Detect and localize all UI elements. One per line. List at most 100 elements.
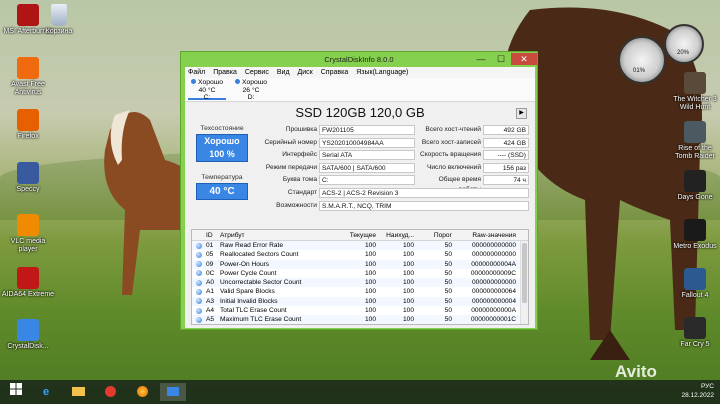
- taskbar-crystaldiskinfo[interactable]: [160, 383, 186, 401]
- col-worst[interactable]: Наихуд...: [380, 230, 418, 240]
- total-host-reads-value: 492 GB: [483, 125, 529, 135]
- desktop-icon-speccy[interactable]: Speccy: [1, 161, 55, 194]
- maximize-button[interactable]: ☐: [491, 53, 511, 65]
- desktop-icon-fallout-4[interactable]: Fallout 4: [672, 268, 718, 300]
- drive-d-temp: 26 °C: [242, 86, 260, 94]
- col-current[interactable]: Текущее: [342, 230, 380, 240]
- recycle-bin-label: Корзина: [45, 28, 73, 35]
- taskbar-firefox[interactable]: [130, 383, 154, 401]
- power-on-hours-value: 74 ч: [483, 175, 529, 186]
- desktop-icon-rise-of-tomb-raider[interactable]: Rise of the Tomb Raider: [672, 121, 718, 161]
- cell-id: 05: [206, 251, 214, 259]
- cell-threshold: 50: [444, 269, 452, 277]
- desktop-icon-label: Firefox: [17, 133, 39, 140]
- cell-attribute: Power-On Hours: [220, 260, 270, 268]
- cell-current: 100: [364, 251, 376, 259]
- desktop-icon-avast-free-antivirus[interactable]: Avast Free Antivirus: [1, 56, 55, 97]
- cell-raw: 000000000000: [471, 279, 516, 287]
- interface-value: Serial ATA: [319, 150, 415, 161]
- drive-d-letter: D:: [247, 94, 255, 101]
- desktop-icon-label: Days Gone: [677, 194, 713, 201]
- smart-table-row[interactable]: 0C Power Cycle Count 100 100 50 00000000009C: [192, 269, 528, 278]
- close-button[interactable]: ✕: [511, 53, 537, 65]
- col-id[interactable]: ID: [206, 230, 220, 240]
- desktop-icon-days-gone[interactable]: Days Gone: [672, 170, 718, 202]
- desktop-icon-far-cry-5[interactable]: Far Cry 5: [672, 317, 718, 349]
- health-percent-text: 100 %: [209, 149, 235, 159]
- menu-file[interactable]: Файл: [188, 67, 205, 78]
- smart-table-row[interactable]: A1 Valid Spare Blocks 100 100 50 000000000064: [192, 287, 528, 296]
- cell-id: 0C: [206, 269, 215, 277]
- desktop-icon-metro-exodus[interactable]: Metro Exodus: [672, 219, 718, 251]
- desktop-icon-crystaldiskinfo[interactable]: CrystalDisk...: [1, 319, 55, 351]
- health-panel: Техсостояние Хорошо 100 % Температура 40…: [191, 125, 253, 200]
- crystaldiskinfo-window[interactable]: CrystalDiskInfo 8.0.0 — ☐ ✕ Файл Правка …: [180, 51, 538, 330]
- smart-table[interactable]: ID Атрибут Текущее Наихуд... Порог Raw-з…: [191, 229, 529, 325]
- cell-current: 100: [364, 288, 376, 296]
- health-status-box[interactable]: Хорошо 100 %: [196, 134, 248, 162]
- cell-threshold: 50: [444, 297, 452, 305]
- next-disk-button[interactable]: ▶: [516, 108, 527, 119]
- memory-gauge-widget[interactable]: 20%: [664, 24, 704, 64]
- menu-service[interactable]: Сервис: [245, 67, 269, 78]
- serial-number-label: Серийный номер: [264, 138, 317, 146]
- cell-worst: 100: [402, 269, 414, 277]
- keyboard-language[interactable]: РУС: [681, 382, 714, 391]
- menu-view[interactable]: Вид: [277, 67, 290, 78]
- scrollbar-thumb[interactable]: [522, 243, 527, 303]
- minimize-button[interactable]: —: [471, 53, 491, 65]
- power-on-hours-label: Общее время работы: [438, 176, 481, 193]
- desktop-icon-vlc-media-player[interactable]: VLC media player: [1, 214, 55, 254]
- cell-current: 100: [364, 242, 376, 249]
- desktop-icon-firefox[interactable]: Firefox: [1, 109, 55, 141]
- drive-tab-c[interactable]: Хорошо 40 °C C:: [188, 79, 227, 101]
- cell-attribute: Uncorrectable Sector Count: [220, 279, 302, 287]
- desktop-icon-aida64-extreme[interactable]: AIDA64 Extreme: [1, 266, 55, 299]
- cell-worst: 100: [402, 316, 414, 324]
- firefox-icon: [17, 109, 39, 131]
- cell-worst: 100: [402, 288, 414, 296]
- desktop-icon-the-witcher[interactable]: The Witcher 3 Wild Hunt: [672, 72, 718, 112]
- recycle-bin-icon: [51, 4, 67, 26]
- desktop-icon-label: AIDA64 Extreme: [1, 290, 55, 298]
- health-status-text: Хорошо: [204, 136, 240, 146]
- start-button[interactable]: [4, 383, 28, 401]
- window-client: Файл Правка Сервис Вид Диск Справка Язык…: [185, 67, 535, 328]
- taskbar-internet-explorer[interactable]: e: [34, 383, 58, 401]
- menu-edit[interactable]: Правка: [213, 67, 237, 78]
- rotation-rate-value: ---- (SSD): [483, 150, 529, 161]
- smart-table-row[interactable]: A4 Total TLC Erase Count 100 100 50 000000000…: [192, 306, 528, 315]
- serial-number-value: YS202010004984AA: [319, 137, 415, 148]
- recycle-bin[interactable]: Корзина: [32, 4, 86, 36]
- cell-worst: 100: [402, 242, 414, 249]
- days-gone-icon: [684, 170, 706, 192]
- menu-help[interactable]: Справка: [321, 67, 348, 78]
- cell-id: A1: [206, 288, 215, 296]
- taskbar-yandex-browser[interactable]: [98, 383, 122, 401]
- col-threshold[interactable]: Порог: [418, 230, 456, 240]
- metro-exodus-icon: [684, 219, 706, 241]
- smart-table-row[interactable]: 01 Raw Read Error Rate 100 100 50 00000000000…: [192, 241, 528, 251]
- smart-table-row[interactable]: A0 Uncorrectable Sector Count 100 100 50 0000…: [192, 278, 528, 288]
- transfer-mode-value: SATA/600 | SATA/600: [319, 162, 415, 173]
- menu-bar: Файл Правка Сервис Вид Диск Справка Язык…: [185, 67, 535, 78]
- tray-date[interactable]: 28.12.2022: [681, 391, 714, 400]
- menu-language[interactable]: Язык(Language): [356, 67, 408, 78]
- cell-id: 01: [206, 242, 214, 249]
- drive-c-status: Хорошо: [198, 79, 224, 86]
- crystaldiskinfo-icon: [167, 387, 179, 396]
- cpu-gauge-widget[interactable]: 01%: [618, 36, 666, 84]
- menu-disk[interactable]: Диск: [298, 67, 313, 78]
- smart-table-row[interactable]: 05 Reallocated Sectors Count 100 100 50 00000…: [192, 250, 528, 259]
- cell-current: 100: [364, 269, 376, 277]
- col-attribute[interactable]: Атрибут: [220, 230, 342, 240]
- transfer-mode-label: Режим передачи: [265, 163, 317, 171]
- drive-tab-d[interactable]: Хорошо 26 °C D:: [232, 79, 270, 101]
- smart-table-row[interactable]: A3 Initial Invalid Blocks 100 100 50 00000000…: [192, 296, 528, 307]
- taskbar-file-explorer[interactable]: [66, 383, 90, 401]
- smart-table-row[interactable]: 09 Power-On Hours 100 100 50 00000000004A: [192, 259, 528, 269]
- drive-letter-label: Буква тома: [282, 176, 317, 184]
- smart-table-scrollbar[interactable]: [520, 241, 528, 324]
- smart-table-row[interactable]: A5 Maximum TLC Erase Count 100 100 50 0000000…: [192, 315, 528, 324]
- col-raw-values[interactable]: Raw-значения: [456, 230, 520, 240]
